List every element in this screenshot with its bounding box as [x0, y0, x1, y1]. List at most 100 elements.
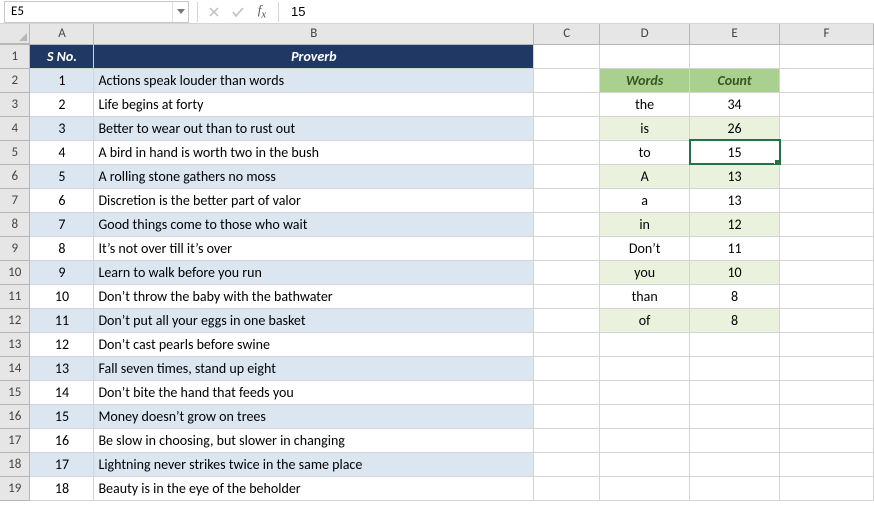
fx-icon[interactable]: fx — [250, 1, 274, 23]
row-header-17[interactable]: 17 — [0, 428, 30, 452]
cell-B12[interactable]: Don’t put all your eggs in one basket — [94, 308, 534, 332]
cell-C10[interactable] — [534, 260, 600, 284]
cell-C14[interactable] — [534, 356, 600, 380]
cell-A18[interactable]: 17 — [30, 452, 94, 476]
cell-A12[interactable]: 11 — [30, 308, 94, 332]
cell-D8[interactable]: in — [600, 212, 690, 236]
cell-A10[interactable]: 9 — [30, 260, 94, 284]
cell-F8[interactable] — [780, 212, 874, 236]
column-header-C[interactable]: C — [534, 24, 600, 44]
cell-C19[interactable] — [534, 476, 600, 500]
cell-C2[interactable] — [534, 68, 600, 92]
cell-B5[interactable]: A bird in hand is worth two in the bush — [94, 140, 534, 164]
cell-F16[interactable] — [780, 404, 874, 428]
row-header-10[interactable]: 10 — [0, 260, 30, 284]
cell-E15[interactable] — [690, 380, 780, 404]
cell-D5[interactable]: to — [600, 140, 690, 164]
cell-B9[interactable]: It’s not over till it’s over — [94, 236, 534, 260]
row-header-11[interactable]: 11 — [0, 284, 30, 308]
cell-E6[interactable]: 13 — [690, 164, 780, 188]
row-header-5[interactable]: 5 — [0, 140, 30, 164]
cell-E14[interactable] — [690, 356, 780, 380]
cell-C8[interactable] — [534, 212, 600, 236]
cell-C15[interactable] — [534, 380, 600, 404]
cell-E16[interactable] — [690, 404, 780, 428]
cell-F7[interactable] — [780, 188, 874, 212]
chevron-down-icon[interactable] — [172, 2, 188, 22]
cell-C4[interactable] — [534, 116, 600, 140]
cell-A8[interactable]: 7 — [30, 212, 94, 236]
cell-A19[interactable]: 18 — [30, 476, 94, 500]
column-header-F[interactable]: F — [780, 24, 874, 44]
cell-D15[interactable] — [600, 380, 690, 404]
cell-B1[interactable]: Proverb — [94, 44, 534, 68]
row-header-18[interactable]: 18 — [0, 452, 30, 476]
row-header-19[interactable]: 19 — [0, 476, 30, 500]
spreadsheet-grid[interactable]: ABCDEF1S No.Proverb21Actions speak loude… — [0, 24, 874, 501]
cell-D12[interactable]: of — [600, 308, 690, 332]
cell-B10[interactable]: Learn to walk before you run — [94, 260, 534, 284]
name-box[interactable]: E5 — [4, 1, 189, 23]
cell-C16[interactable] — [534, 404, 600, 428]
cell-C7[interactable] — [534, 188, 600, 212]
row-header-4[interactable]: 4 — [0, 116, 30, 140]
cell-D11[interactable]: than — [600, 284, 690, 308]
row-header-3[interactable]: 3 — [0, 92, 30, 116]
cell-E19[interactable] — [690, 476, 780, 500]
cell-F6[interactable] — [780, 164, 874, 188]
cell-C5[interactable] — [534, 140, 600, 164]
row-header-13[interactable]: 13 — [0, 332, 30, 356]
cell-C18[interactable] — [534, 452, 600, 476]
cell-F3[interactable] — [780, 92, 874, 116]
cell-B8[interactable]: Good things come to those who wait — [94, 212, 534, 236]
cell-D3[interactable]: the — [600, 92, 690, 116]
cell-F14[interactable] — [780, 356, 874, 380]
cell-B7[interactable]: Discretion is the better part of valor — [94, 188, 534, 212]
column-header-D[interactable]: D — [600, 24, 690, 44]
row-header-1[interactable]: 1 — [0, 44, 30, 68]
cell-F2[interactable] — [780, 68, 874, 92]
cell-A7[interactable]: 6 — [30, 188, 94, 212]
cell-E8[interactable]: 12 — [690, 212, 780, 236]
cell-A14[interactable]: 13 — [30, 356, 94, 380]
cell-A6[interactable]: 5 — [30, 164, 94, 188]
cell-C11[interactable] — [534, 284, 600, 308]
cell-A15[interactable]: 14 — [30, 380, 94, 404]
cell-F1[interactable] — [780, 44, 874, 68]
cell-E17[interactable] — [690, 428, 780, 452]
cell-D16[interactable] — [600, 404, 690, 428]
cell-B3[interactable]: Life begins at forty — [94, 92, 534, 116]
row-header-14[interactable]: 14 — [0, 356, 30, 380]
row-header-16[interactable]: 16 — [0, 404, 30, 428]
cell-E1[interactable] — [690, 44, 780, 68]
cell-D17[interactable] — [600, 428, 690, 452]
cell-A4[interactable]: 3 — [30, 116, 94, 140]
cell-B18[interactable]: Lightning never strikes twice in the sam… — [94, 452, 534, 476]
cell-B19[interactable]: Beauty is in the eye of the beholder — [94, 476, 534, 500]
enter-icon[interactable] — [226, 1, 250, 23]
row-header-7[interactable]: 7 — [0, 188, 30, 212]
row-header-2[interactable]: 2 — [0, 68, 30, 92]
cell-E13[interactable] — [690, 332, 780, 356]
cell-F10[interactable] — [780, 260, 874, 284]
cell-E9[interactable]: 11 — [690, 236, 780, 260]
cell-C3[interactable] — [534, 92, 600, 116]
cancel-icon[interactable] — [202, 1, 226, 23]
cell-D4[interactable]: is — [600, 116, 690, 140]
row-header-9[interactable]: 9 — [0, 236, 30, 260]
row-header-12[interactable]: 12 — [0, 308, 30, 332]
cell-E12[interactable]: 8 — [690, 308, 780, 332]
cell-F18[interactable] — [780, 452, 874, 476]
cell-B16[interactable]: Money doesn’t grow on trees — [94, 404, 534, 428]
select-all-corner[interactable] — [0, 24, 30, 44]
cell-B6[interactable]: A rolling stone gathers no moss — [94, 164, 534, 188]
cell-B4[interactable]: Better to wear out than to rust out — [94, 116, 534, 140]
cell-D6[interactable]: A — [600, 164, 690, 188]
cell-B17[interactable]: Be slow in choosing, but slower in chang… — [94, 428, 534, 452]
cell-A11[interactable]: 10 — [30, 284, 94, 308]
cell-B13[interactable]: Don’t cast pearls before swine — [94, 332, 534, 356]
cell-A17[interactable]: 16 — [30, 428, 94, 452]
cell-D1[interactable] — [600, 44, 690, 68]
cell-E10[interactable]: 10 — [690, 260, 780, 284]
cell-A1[interactable]: S No. — [30, 44, 94, 68]
